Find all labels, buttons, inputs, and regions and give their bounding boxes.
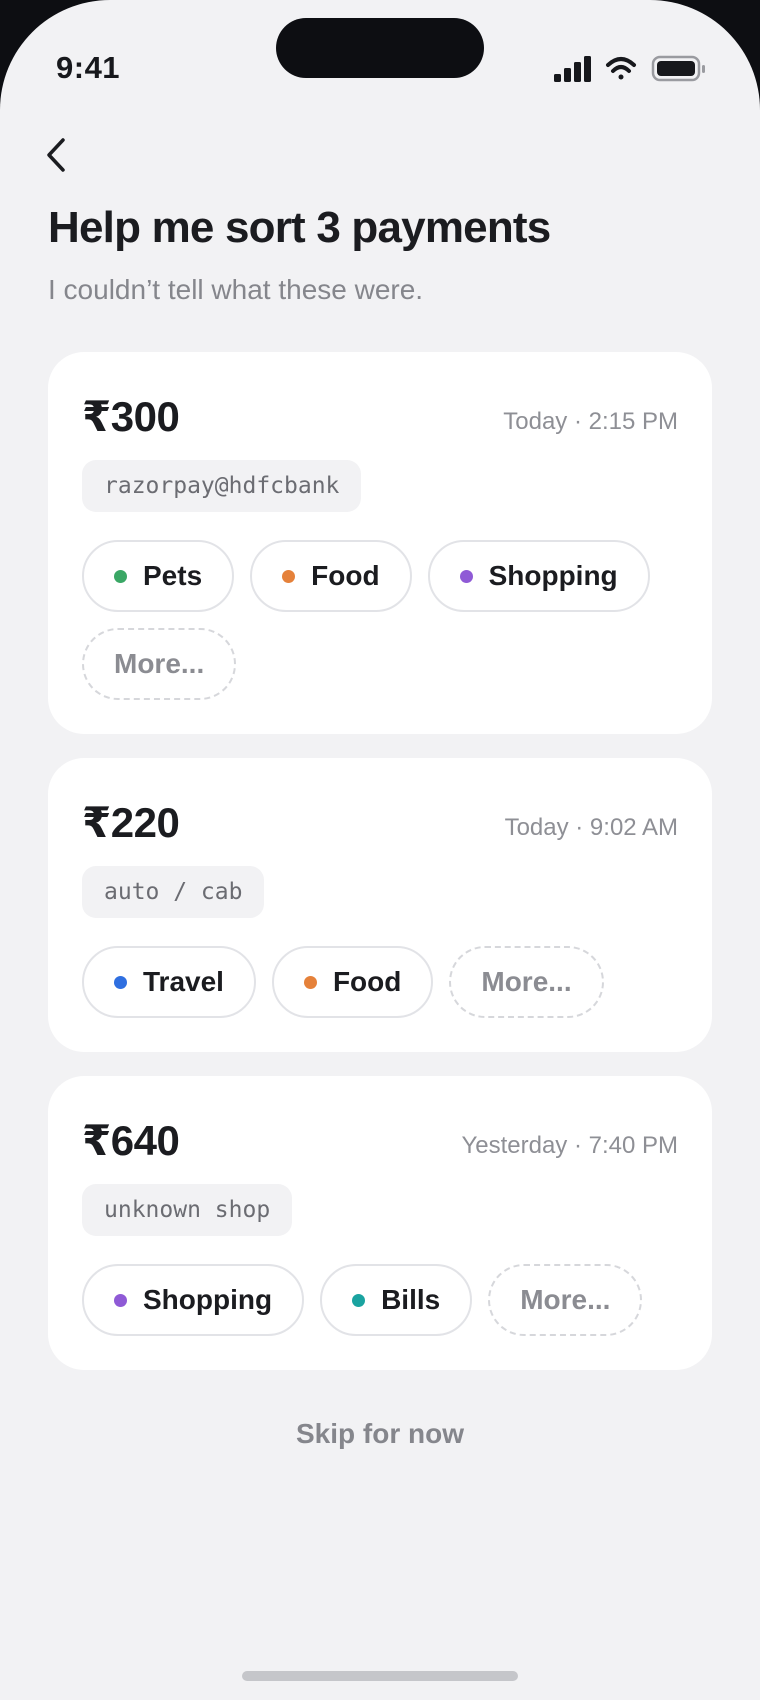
merchant-tag: unknown shop xyxy=(82,1184,293,1236)
category-chip-label: Shopping xyxy=(488,560,618,591)
chevron-left-icon xyxy=(47,138,65,172)
back-button[interactable] xyxy=(36,132,76,178)
wifi-icon xyxy=(606,57,636,80)
category-dot xyxy=(352,1293,366,1307)
category-chip-label: Food xyxy=(311,560,380,591)
category-chip-shopping[interactable]: Shopping xyxy=(82,1264,305,1336)
payment-time: Today · 9:02 AM xyxy=(504,814,678,841)
skip-button[interactable]: Skip for now xyxy=(0,1418,760,1450)
payment-time: Today · 2:15 PM xyxy=(503,408,678,435)
dynamic-island xyxy=(276,18,484,78)
payment-amount: ₹640 xyxy=(82,1117,180,1164)
category-chip-label: Food xyxy=(332,966,402,997)
category-dot xyxy=(114,975,127,989)
category-chip-travel[interactable]: Travel xyxy=(82,946,256,1018)
category-options: Pets Food Shopping More... xyxy=(82,540,678,700)
category-chip-label: Shopping xyxy=(143,1284,273,1315)
phone-screen: 9:41 Help me sort 3 payments I couldn’t … xyxy=(0,0,760,1700)
merchant-tag: razorpay@hdfcbank xyxy=(82,460,362,512)
category-dot xyxy=(303,975,317,989)
category-options: Travel Food More... xyxy=(82,946,678,1018)
category-dot xyxy=(114,569,127,583)
payment-amount: ₹220 xyxy=(82,799,180,846)
payment-time: Yesterday · 7:40 PM xyxy=(461,1132,678,1159)
status-time: 9:41 xyxy=(56,50,121,85)
page-title: Help me sort 3 payments xyxy=(48,203,551,252)
category-chip-food[interactable]: Food xyxy=(271,946,434,1018)
category-options: Shopping Bills More... xyxy=(82,1264,678,1336)
more-categories-button[interactable]: More... xyxy=(449,946,604,1018)
home-indicator[interactable] xyxy=(242,1671,518,1681)
category-chip-label: Bills xyxy=(381,1284,441,1315)
category-chip-food[interactable]: Food xyxy=(250,540,412,612)
status-icons xyxy=(552,54,708,84)
payment-card: ₹300 Today · 2:15 PM razorpay@hdfcbank P… xyxy=(48,352,712,734)
category-dot xyxy=(459,569,473,583)
payment-amount: ₹300 xyxy=(82,393,180,440)
category-dot xyxy=(282,569,296,583)
more-categories-button[interactable]: More... xyxy=(82,628,237,700)
category-chip-shopping[interactable]: Shopping xyxy=(427,540,650,612)
category-chip-bills[interactable]: Bills xyxy=(320,1264,473,1336)
category-chip-pets[interactable]: Pets xyxy=(82,540,235,612)
merchant-tag: auto / cab xyxy=(82,866,265,918)
category-chip-label: Travel xyxy=(143,966,224,997)
battery-icon xyxy=(651,55,705,82)
more-categories-button[interactable]: More... xyxy=(488,1264,643,1336)
payment-card: ₹220 Today · 9:02 AM auto / cab Travel F… xyxy=(48,758,712,1052)
page-subtitle: I couldn’t tell what these were. xyxy=(48,274,424,305)
category-dot xyxy=(114,1293,127,1307)
payment-card: ₹640 Yesterday · 7:40 PM unknown shop Sh… xyxy=(48,1076,712,1370)
signal-icon xyxy=(554,56,591,82)
category-chip-label: Pets xyxy=(143,560,203,591)
